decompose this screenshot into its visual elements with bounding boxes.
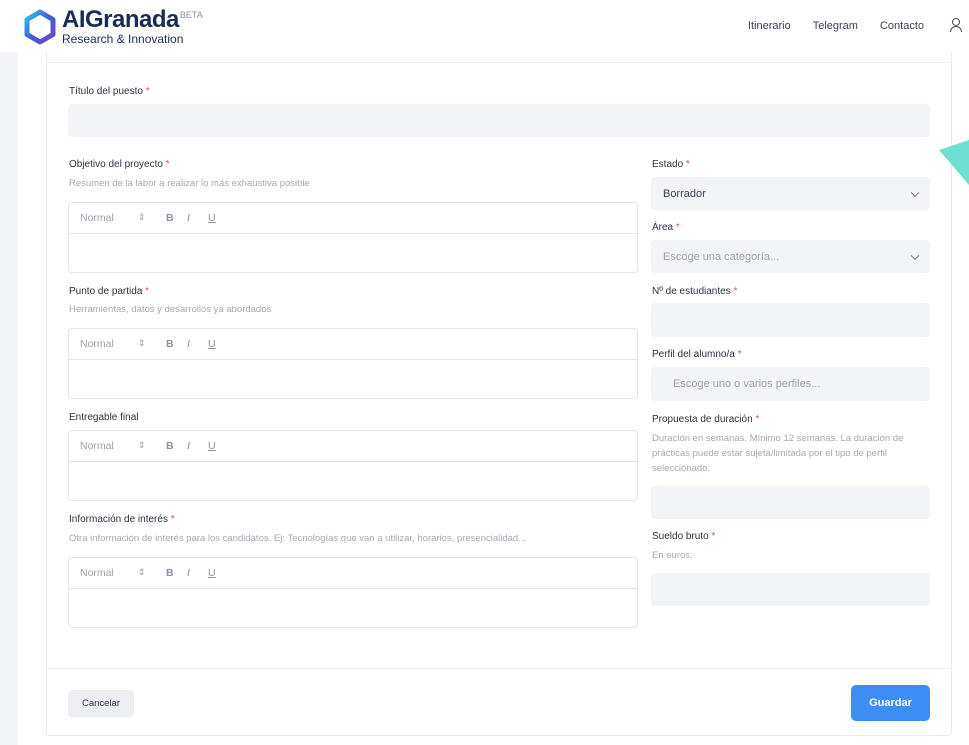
required-mark: * <box>737 349 742 360</box>
entregable-label-text: Entregable final <box>69 412 139 423</box>
logo-subtitle: Research & Innovation <box>62 32 184 46</box>
nav-telegram[interactable]: Telegram <box>813 20 858 32</box>
perfil-label-text: Perfil del alumno/a <box>652 349 735 360</box>
editor-toolbar: Normal ⇕ B I U <box>69 431 637 462</box>
estudiantes-label: Nº de estudiantes * <box>652 286 737 297</box>
decorative-arrow-icon <box>939 140 969 185</box>
informacion-editor[interactable]: Normal ⇕ B I U <box>68 557 638 628</box>
card-divider <box>46 62 952 63</box>
required-mark: * <box>685 159 690 170</box>
beta-badge: BETA <box>179 10 203 20</box>
chevron-down-icon <box>910 188 920 197</box>
editor-toolbar: Normal ⇕ B I U <box>69 329 637 360</box>
required-mark: * <box>711 531 716 542</box>
required-mark: * <box>675 222 680 233</box>
footer-divider <box>47 668 951 669</box>
duracion-hint: Duración en semanas. Mínimo 12 semanas. … <box>652 433 904 474</box>
italic-button[interactable]: I <box>187 567 190 579</box>
format-select[interactable]: Normal <box>80 338 114 350</box>
required-mark: * <box>733 286 738 297</box>
format-arrows-icon[interactable]: ⇕ <box>138 338 146 349</box>
top-navbar: AIGranadaBETA Research & Innovation Itin… <box>0 0 969 52</box>
user-icon[interactable] <box>949 17 963 33</box>
entregable-editor[interactable]: Normal ⇕ B I U <box>68 430 638 501</box>
logo-mark-icon <box>24 9 56 45</box>
estado-value: Borrador <box>663 187 706 200</box>
underline-button[interactable]: U <box>208 567 216 579</box>
duracion-label-text: Propuesta de duración <box>652 414 753 425</box>
bold-button[interactable]: B <box>166 338 174 350</box>
titulo-label: Título del puesto * <box>69 86 150 97</box>
cancel-button[interactable]: Cancelar <box>68 690 134 717</box>
informacion-hint: Otra información de interés para los can… <box>69 533 527 544</box>
punto-partida-editor[interactable]: Normal ⇕ B I U <box>68 328 638 399</box>
main-nav: Itinerario Telegram Contacto <box>748 20 924 32</box>
informacion-label: Información de interés * <box>69 514 175 525</box>
editor-toolbar: Normal ⇕ B I U <box>69 558 637 589</box>
format-select[interactable]: Normal <box>80 440 114 452</box>
sueldo-label-text: Sueldo bruto <box>652 531 709 542</box>
format-select[interactable]: Normal <box>80 567 114 579</box>
format-arrows-icon[interactable]: ⇕ <box>138 212 146 223</box>
bold-button[interactable]: B <box>166 567 174 579</box>
underline-button[interactable]: U <box>208 212 216 224</box>
informacion-label-text: Información de interés <box>69 514 168 525</box>
underline-button[interactable]: U <box>208 338 216 350</box>
estado-select[interactable]: Borrador <box>651 177 930 210</box>
italic-button[interactable]: I <box>187 440 190 452</box>
punto-partida-label: Punto de partida * <box>69 286 149 297</box>
objetivo-editor[interactable]: Normal ⇕ B I U <box>68 202 638 273</box>
required-mark: * <box>755 414 760 425</box>
format-select[interactable]: Normal <box>80 212 114 224</box>
required-mark: * <box>145 286 150 297</box>
area-select[interactable]: Escoge una categoría... <box>651 240 930 273</box>
required-mark: * <box>170 514 175 525</box>
bold-button[interactable]: B <box>166 212 174 224</box>
save-button[interactable]: Guardar <box>851 685 930 721</box>
sueldo-hint: En euros. <box>652 550 693 561</box>
logo-title-bold: AI <box>62 6 86 33</box>
underline-button[interactable]: U <box>208 440 216 452</box>
perfil-placeholder: Escoge uno o varios perfiles... <box>673 378 821 390</box>
nav-contacto[interactable]: Contacto <box>880 20 924 32</box>
bold-button[interactable]: B <box>166 440 174 452</box>
sueldo-label: Sueldo bruto * <box>652 531 715 542</box>
objetivo-label-text: Objetivo del proyecto <box>69 159 163 170</box>
perfil-multiselect[interactable]: Escoge uno o varios perfiles... <box>651 367 930 401</box>
required-mark: * <box>145 86 150 97</box>
area-label: Área * <box>652 222 680 233</box>
duracion-input[interactable] <box>651 486 930 519</box>
estudiantes-input[interactable] <box>651 303 930 337</box>
area-placeholder: Escoge una categoría... <box>663 250 780 263</box>
logo-title-rest: Granada <box>85 6 179 33</box>
nav-itinerario[interactable]: Itinerario <box>748 20 791 32</box>
sueldo-input[interactable] <box>651 573 930 606</box>
left-gutter <box>0 52 18 745</box>
area-label-text: Área <box>652 222 674 233</box>
required-mark: * <box>165 159 170 170</box>
chevron-down-icon <box>910 251 920 260</box>
italic-button[interactable]: I <box>187 212 190 224</box>
punto-partida-label-text: Punto de partida <box>69 286 143 297</box>
italic-button[interactable]: I <box>187 338 190 350</box>
titulo-input[interactable] <box>68 104 930 137</box>
perfil-label: Perfil del alumno/a * <box>652 349 742 360</box>
editor-toolbar: Normal ⇕ B I U <box>69 203 637 234</box>
punto-partida-hint: Herramientas, datos y desarrollos ya abo… <box>69 304 272 315</box>
titulo-label-text: Título del puesto <box>69 86 143 97</box>
estado-label: Estado * <box>652 159 690 170</box>
estudiantes-label-text: Nº de estudiantes <box>652 286 731 297</box>
entregable-label: Entregable final <box>69 412 139 423</box>
duracion-label: Propuesta de duración * <box>652 414 759 425</box>
logo[interactable]: AIGranadaBETA Research & Innovation <box>22 6 203 46</box>
estado-label-text: Estado <box>652 159 684 170</box>
objetivo-hint: Resumen de la labor a realizar lo más ex… <box>69 178 310 189</box>
objetivo-label: Objetivo del proyecto * <box>69 159 170 170</box>
format-arrows-icon[interactable]: ⇕ <box>138 440 146 451</box>
format-arrows-icon[interactable]: ⇕ <box>138 567 146 578</box>
